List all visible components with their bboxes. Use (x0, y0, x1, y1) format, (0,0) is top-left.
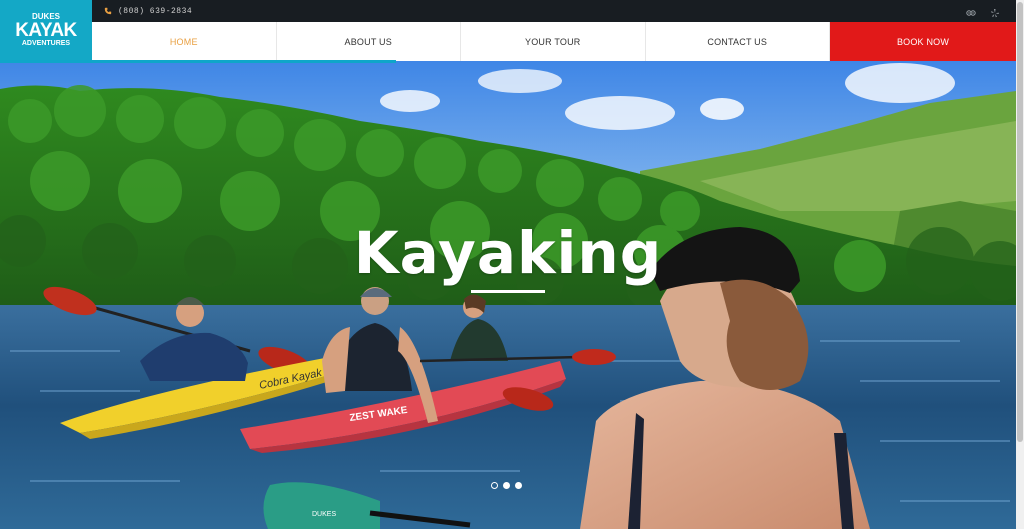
book-now-button[interactable]: BOOK NOW (830, 22, 1016, 61)
page-scrollbar[interactable] (1016, 0, 1024, 529)
logo-line-3: ADVENTURES (21, 40, 71, 47)
hero-slider: Cobra Kayak ZEST WAKE DUKES Kayaking (0, 61, 1016, 529)
logo-line-2: KAYAK (15, 20, 77, 41)
paddle-label: DUKES (312, 511, 336, 518)
scrollbar-thumb[interactable] (1017, 2, 1023, 442)
nav-about-us[interactable]: ABOUT US (277, 22, 461, 61)
hero-image: Cobra Kayak ZEST WAKE DUKES (0, 61, 1016, 529)
nav-contact-us[interactable]: CONTACT US (646, 22, 830, 61)
phone-link[interactable]: (808) 639-2834 (104, 4, 192, 18)
tripadvisor-icon[interactable] (966, 5, 976, 16)
phone-icon (104, 7, 112, 15)
slider-dots (491, 482, 522, 489)
nav-home[interactable]: HOME (92, 22, 277, 61)
slider-dot-2[interactable] (503, 482, 510, 489)
top-bar: (808) 639-2834 (0, 0, 1016, 22)
site-logo[interactable]: DUKES KAYAK ADVENTURES (0, 0, 92, 61)
slide-progress-bar (0, 60, 1016, 63)
slide-progress-fill (0, 60, 397, 63)
hero-title: Kayaking (353, 219, 663, 287)
slider-dot-3[interactable] (515, 482, 522, 489)
nav-your-tour[interactable]: YOUR TOUR (461, 22, 646, 61)
yelp-icon[interactable] (990, 5, 1000, 18)
slider-dot-1[interactable] (491, 482, 498, 489)
phone-number: (808) 639-2834 (118, 6, 193, 16)
main-nav: HOME ABOUT US YOUR TOUR CONTACT US BOOK … (92, 22, 1016, 61)
hero-title-underline (471, 290, 545, 293)
